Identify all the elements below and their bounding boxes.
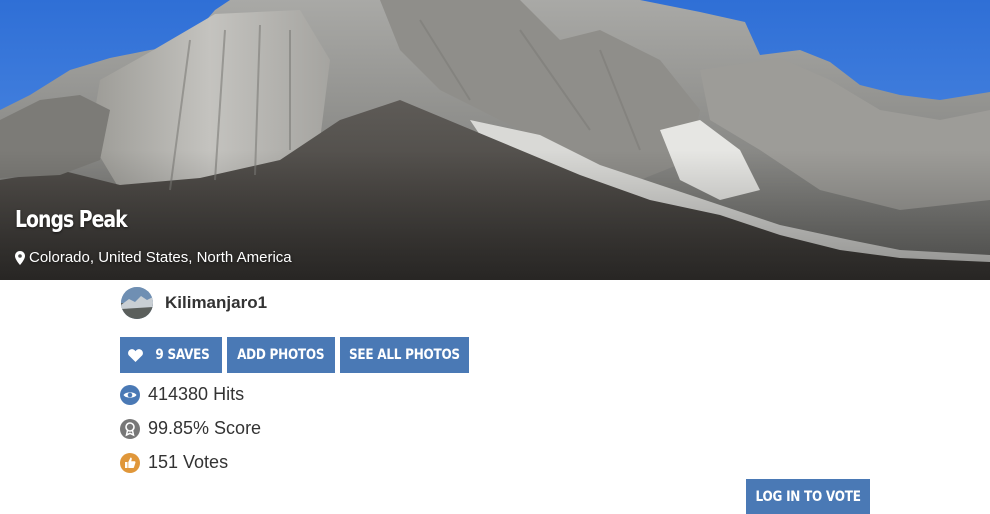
hits-stat: 414380 Hits [120,384,244,405]
mountain-photo [0,0,990,280]
thumbs-up-icon [120,452,140,473]
see-all-photos-button[interactable]: SEE ALL PHOTOS [340,337,469,373]
avatar[interactable] [121,287,153,319]
votes-stat: 151 Votes [120,452,228,473]
username[interactable]: Kilimanjaro1 [165,293,267,313]
heart-icon [128,348,143,362]
vote-label: LOG IN TO VOTE [755,488,861,505]
saves-label: 9 SAVES [155,347,210,363]
user-profile[interactable]: Kilimanjaro1 [121,287,267,319]
see-all-photos-label: SEE ALL PHOTOS [349,347,460,363]
add-photos-label: ADD PHOTOS [237,347,325,363]
medal-icon [120,418,140,439]
score-stat: 99.85% Score [120,418,261,439]
log-in-to-vote-button[interactable]: LOG IN TO VOTE [746,479,870,514]
hero-banner: Longs Peak Colorado, United States, Nort… [0,0,990,280]
location-pin-icon [15,250,25,265]
votes-text: 151 Votes [148,452,229,472]
score-text: 99.85% Score [148,418,262,438]
saves-button[interactable]: 9 SAVES [120,337,222,373]
add-photos-button[interactable]: ADD PHOTOS [227,337,335,373]
location-text: Colorado, United States, North America [29,249,292,266]
action-buttons: 9 SAVES ADD PHOTOS SEE ALL PHOTOS [120,337,469,373]
peak-title: Longs Peak [15,207,128,233]
hits-text: 414380 Hits [148,384,245,404]
eye-icon [120,384,140,405]
peak-location: Colorado, United States, North America [15,249,292,266]
